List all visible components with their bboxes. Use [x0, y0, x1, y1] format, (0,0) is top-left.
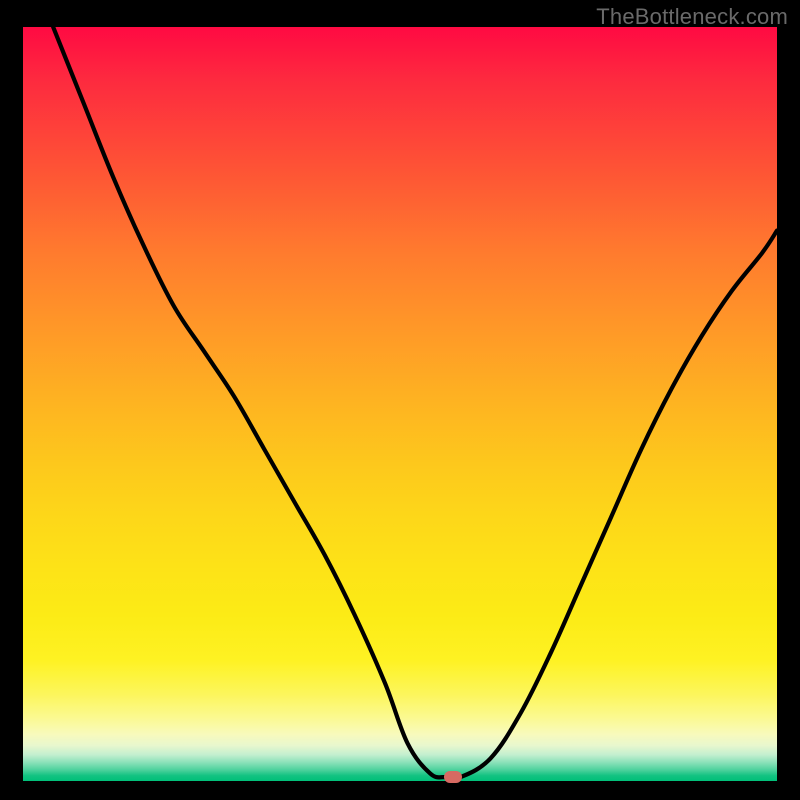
chart-frame: TheBottleneck.com: [0, 0, 800, 800]
plot-area: [23, 27, 777, 781]
watermark-text: TheBottleneck.com: [596, 4, 788, 30]
optimal-point-marker: [444, 771, 462, 783]
bottleneck-curve: [23, 27, 777, 781]
